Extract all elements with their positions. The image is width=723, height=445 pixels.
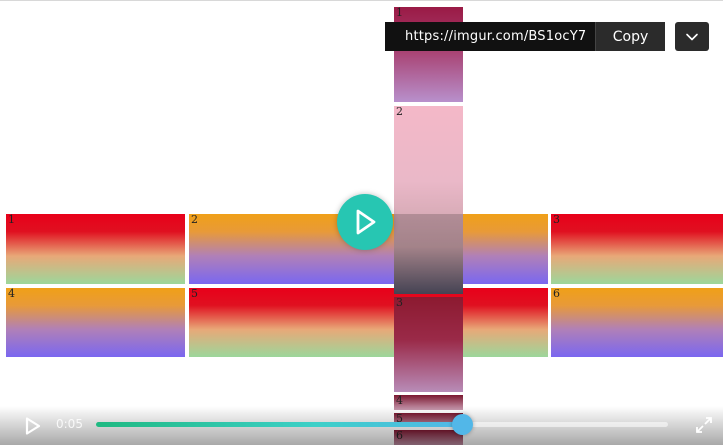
fullscreen-button[interactable] bbox=[694, 415, 714, 435]
copy-button[interactable]: Copy bbox=[595, 22, 665, 51]
column-block-3: 3 bbox=[394, 297, 463, 392]
center-play-button[interactable] bbox=[337, 194, 393, 250]
block-label: 2 bbox=[191, 213, 198, 226]
share-url-bar: https://imgur.com/BS1ocY7 Copy bbox=[385, 22, 665, 51]
block-label: 1 bbox=[8, 213, 15, 226]
block-label: 3 bbox=[553, 213, 560, 226]
chevron-down-icon bbox=[686, 33, 698, 40]
time-display: 0:05 bbox=[56, 417, 83, 431]
block-4: 4 bbox=[6, 288, 185, 357]
progress-bar[interactable] bbox=[96, 414, 668, 435]
block-3: 3 bbox=[551, 214, 723, 284]
block-label: 6 bbox=[553, 287, 560, 300]
column-label: 2 bbox=[396, 105, 403, 118]
url-field[interactable]: https://imgur.com/BS1ocY7 bbox=[385, 22, 595, 51]
progress-fill bbox=[96, 422, 463, 427]
video-frame[interactable]: 1 2 3 4 5 6 1 2 3 4 5 6 https://imgur.co… bbox=[0, 0, 723, 445]
block-6: 6 bbox=[551, 288, 723, 357]
column-label: 1 bbox=[396, 6, 403, 19]
play-button[interactable] bbox=[22, 416, 42, 436]
progress-handle[interactable] bbox=[452, 414, 474, 435]
block-label: 5 bbox=[191, 287, 198, 300]
block-1: 1 bbox=[6, 214, 185, 284]
play-icon bbox=[356, 209, 376, 235]
block-label: 4 bbox=[8, 287, 15, 300]
fullscreen-icon bbox=[696, 417, 712, 433]
block-5: 5 bbox=[189, 288, 548, 357]
dropdown-button[interactable] bbox=[675, 22, 709, 51]
column-label: 3 bbox=[396, 296, 403, 309]
play-icon bbox=[25, 417, 41, 435]
overlap-shade bbox=[394, 214, 463, 294]
